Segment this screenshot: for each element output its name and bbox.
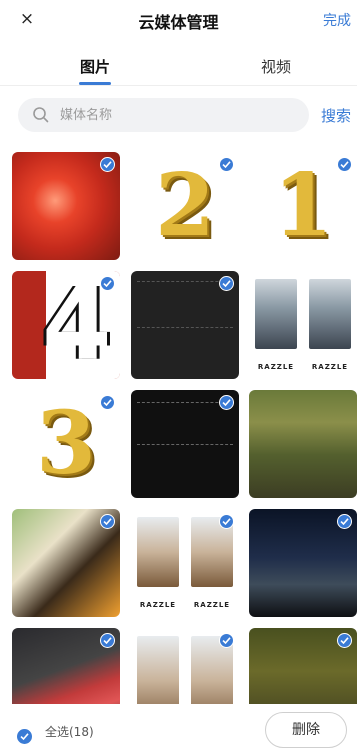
film-edge-line (137, 327, 233, 328)
header-bar: × 云媒体管理 完成 (0, 0, 357, 40)
bottom-action-bar: 全选(18) 删除 (0, 704, 357, 754)
media-tabs: 图片 视频 (0, 52, 357, 86)
tab-photos[interactable]: 图片 (65, 56, 125, 77)
media-tile[interactable] (249, 390, 357, 498)
selected-check-icon[interactable] (219, 633, 234, 648)
select-all-label[interactable]: 全选(18) (45, 723, 94, 740)
media-tile[interactable] (12, 509, 120, 617)
media-tile[interactable] (131, 271, 239, 379)
search-row: 搜索 (0, 98, 357, 134)
search-input[interactable] (60, 105, 290, 125)
media-tile[interactable] (249, 628, 357, 704)
fashion-photo-left (255, 279, 297, 349)
film-edge-line (137, 444, 233, 445)
media-tile[interactable]: 1 (249, 152, 357, 260)
gold-number-2: 2 (155, 155, 215, 256)
media-tile[interactable]: RAZZLE RAZZLE (249, 271, 357, 379)
active-tab-indicator (79, 82, 111, 85)
selected-check-icon[interactable] (219, 276, 234, 291)
selected-check-icon[interactable] (337, 633, 352, 648)
media-tile[interactable]: 4 (12, 271, 120, 379)
selected-check-icon[interactable] (100, 157, 115, 172)
razzle-caption: RAZZLE (311, 363, 349, 371)
media-tile[interactable] (12, 628, 120, 704)
razzle-caption: RAZZLE (193, 601, 231, 609)
gold-number-1: 1 (273, 155, 333, 256)
fashion-photo-left (137, 636, 179, 704)
selected-check-icon[interactable] (219, 157, 234, 172)
media-tile[interactable] (12, 152, 120, 260)
media-tile[interactable] (131, 390, 239, 498)
selected-check-icon[interactable] (100, 276, 115, 291)
selected-check-icon[interactable] (100, 514, 115, 529)
selected-check-icon[interactable] (337, 157, 352, 172)
fashion-photo-right (309, 279, 351, 349)
select-all-check-icon[interactable] (17, 729, 32, 744)
select-all-toggle[interactable]: 全选(18) (17, 723, 94, 744)
media-tile[interactable] (131, 628, 239, 704)
search-icon (33, 107, 49, 123)
media-grid: 2 1 4 RAZZLE RAZZLE 3 RAZZLE RAZZLE (12, 152, 357, 704)
page-title: 云媒体管理 (138, 13, 219, 32)
selected-check-icon[interactable] (337, 514, 352, 529)
media-tile[interactable] (249, 509, 357, 617)
tab-videos[interactable]: 视频 (246, 56, 306, 77)
search-button[interactable]: 搜索 (321, 105, 351, 126)
media-tile[interactable]: 2 (131, 152, 239, 260)
gold-number-3: 3 (36, 393, 96, 494)
selected-check-icon[interactable] (100, 633, 115, 648)
fashion-photo-left (137, 517, 179, 587)
done-button[interactable]: 完成 (323, 10, 351, 30)
razzle-caption: RAZZLE (139, 601, 177, 609)
razzle-caption: RAZZLE (257, 363, 295, 371)
media-tile[interactable]: RAZZLE RAZZLE (131, 509, 239, 617)
search-box[interactable] (18, 98, 309, 132)
selected-check-icon[interactable] (219, 395, 234, 410)
media-tile[interactable]: 3 (12, 390, 120, 498)
selected-check-icon[interactable] (100, 395, 115, 410)
delete-button[interactable]: 删除 (265, 712, 347, 748)
selected-check-icon[interactable] (219, 514, 234, 529)
